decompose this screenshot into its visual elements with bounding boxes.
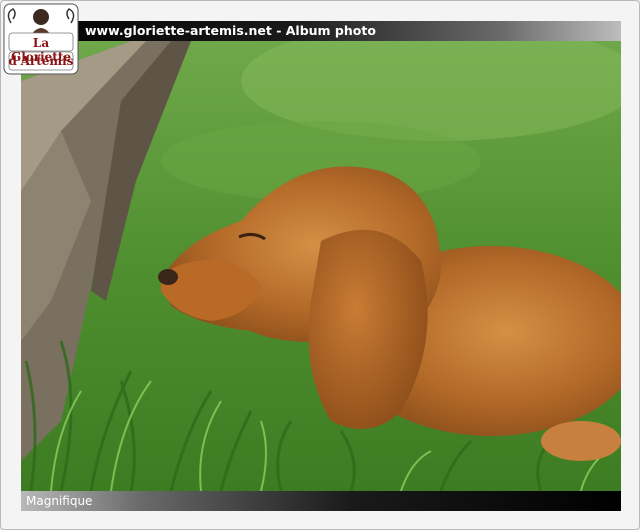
logo-line-2: d'Artémis xyxy=(8,54,74,68)
photo-image xyxy=(21,41,621,491)
album-photo[interactable] xyxy=(21,41,621,491)
caption-bar: Magnifique xyxy=(21,491,621,511)
album-photo-frame: www.gloriette-artemis.net - Album photo … xyxy=(0,0,640,530)
site-logo[interactable]: La Gloriette d'Artémis xyxy=(3,3,79,75)
album-title: www.gloriette-artemis.net - Album photo xyxy=(85,23,376,38)
photo-caption: Magnifique xyxy=(26,494,93,508)
header-bar: www.gloriette-artemis.net - Album photo xyxy=(21,21,621,41)
